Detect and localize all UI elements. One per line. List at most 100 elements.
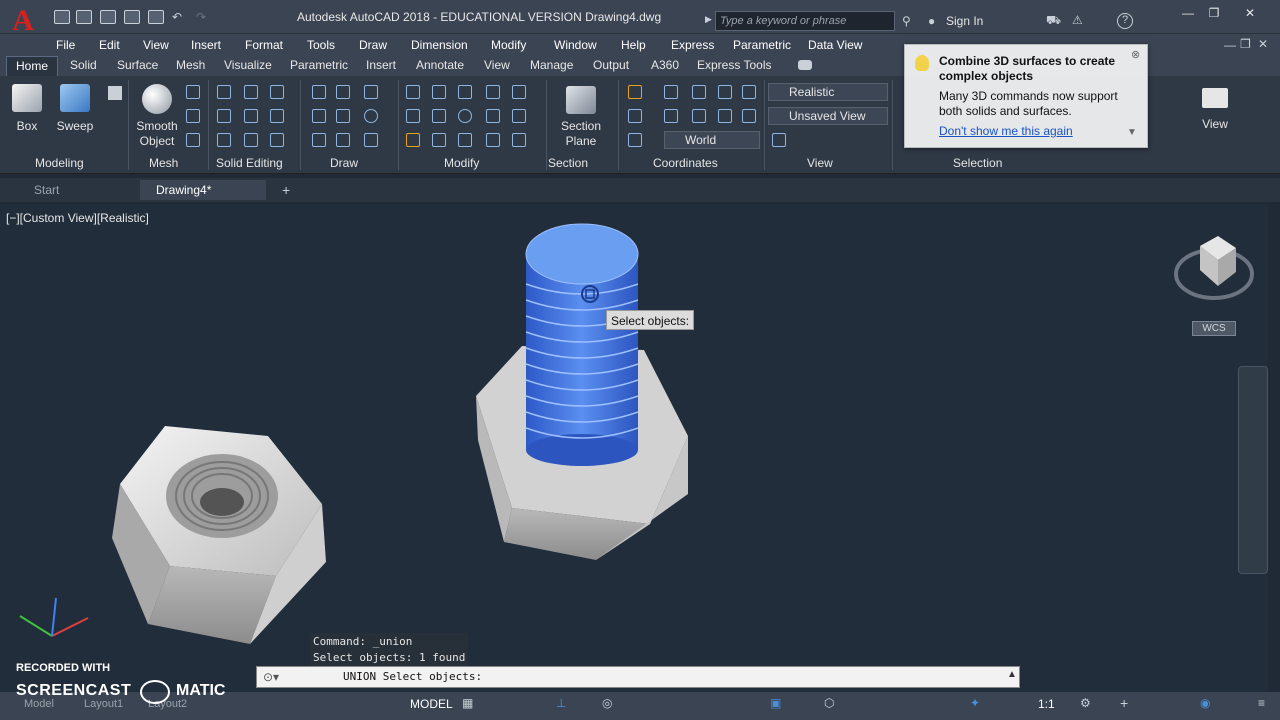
- ucs-z-icon[interactable]: [742, 85, 756, 99]
- separate-icon[interactable]: [270, 133, 284, 147]
- model-space-button[interactable]: MODEL: [410, 697, 453, 711]
- redo-icon[interactable]: ↷: [196, 10, 206, 24]
- tab-home[interactable]: Home: [6, 56, 58, 76]
- command-icon[interactable]: ⊙▾: [263, 670, 279, 684]
- menu-parametric[interactable]: Parametric: [733, 38, 791, 52]
- ribbon-toggle-icon[interactable]: [798, 60, 812, 70]
- coord-system-dropdown[interactable]: World: [664, 131, 760, 149]
- move-icon[interactable]: [406, 85, 420, 99]
- menu-tools[interactable]: Tools: [307, 38, 335, 52]
- polygon-icon[interactable]: [312, 133, 326, 147]
- model-canvas[interactable]: [0, 204, 1268, 692]
- menu-file[interactable]: File: [56, 38, 75, 52]
- menu-window[interactable]: Window: [554, 38, 597, 52]
- panel-solid-editing[interactable]: Solid Editing: [216, 156, 283, 170]
- wcs-menu[interactable]: WCS: [1192, 321, 1236, 336]
- search-expand-icon[interactable]: ▶: [705, 14, 712, 25]
- ucs-3point-icon[interactable]: [718, 109, 732, 123]
- undo-icon[interactable]: ↶: [172, 10, 182, 24]
- menu-format[interactable]: Format: [245, 38, 283, 52]
- panel-view[interactable]: View: [807, 156, 833, 170]
- menu-help[interactable]: Help: [621, 38, 646, 52]
- menu-edit[interactable]: Edit: [99, 38, 120, 52]
- save-as-icon[interactable]: [124, 10, 140, 24]
- scale-icon[interactable]: [458, 133, 472, 147]
- user-icon[interactable]: ●: [928, 14, 935, 28]
- ucs-face-icon[interactable]: [664, 109, 678, 123]
- tab-insert[interactable]: Insert: [366, 58, 396, 72]
- line-icon[interactable]: [312, 85, 326, 99]
- explode-icon[interactable]: [406, 133, 420, 147]
- mesh-box-icon[interactable]: [186, 85, 200, 99]
- dont-show-link[interactable]: Don't show me this again: [939, 124, 1073, 138]
- a360-icon[interactable]: ⚠: [1072, 13, 1083, 27]
- viewcube[interactable]: [1174, 236, 1254, 300]
- tab-manage[interactable]: Manage: [530, 58, 573, 72]
- intersect-icon[interactable]: [270, 85, 284, 99]
- panel-section[interactable]: Section: [548, 156, 588, 170]
- balloon-expand-icon[interactable]: ▼: [1127, 127, 1137, 138]
- binoculars-icon[interactable]: ⚲: [902, 14, 911, 28]
- panel-selection[interactable]: Selection: [953, 156, 1002, 170]
- tab-surface[interactable]: Surface: [117, 58, 158, 72]
- isometric-icon[interactable]: ▣: [770, 696, 781, 710]
- mirror-icon[interactable]: [432, 109, 446, 123]
- sweep-label[interactable]: Sweep: [52, 119, 98, 133]
- sweep-icon[interactable]: [60, 84, 90, 112]
- ucs-world-icon[interactable]: [628, 133, 642, 147]
- tab-visualize[interactable]: Visualize: [224, 58, 272, 72]
- spline-icon[interactable]: [312, 109, 326, 123]
- grid-icon[interactable]: ▦: [462, 696, 473, 710]
- trim-icon[interactable]: [512, 85, 526, 99]
- menu-modify[interactable]: Modify: [491, 38, 526, 52]
- close-icon[interactable]: ✕: [1240, 6, 1260, 20]
- minimize-icon[interactable]: —: [1178, 6, 1198, 20]
- ucs-zaxis-icon[interactable]: [742, 109, 756, 123]
- box-label[interactable]: Box: [6, 119, 48, 133]
- mesh-refine-icon[interactable]: [186, 133, 200, 147]
- interfere-icon[interactable]: [217, 109, 231, 123]
- thicken-icon[interactable]: [270, 109, 284, 123]
- annotation-scale[interactable]: 1:1: [1038, 697, 1055, 711]
- arc-icon[interactable]: [364, 85, 378, 99]
- ucs-icon[interactable]: [628, 85, 642, 99]
- ucs-origin-icon[interactable]: [692, 109, 706, 123]
- rotate-icon[interactable]: [432, 85, 446, 99]
- print-icon[interactable]: [148, 10, 164, 24]
- hardware-acceleration-icon[interactable]: ◉: [1200, 696, 1210, 710]
- section-plane-icon[interactable]: [566, 86, 596, 114]
- tab-mesh[interactable]: Mesh: [176, 58, 205, 72]
- tab-view[interactable]: View: [484, 58, 510, 72]
- view-button-label[interactable]: View: [1192, 117, 1238, 131]
- balloon-close-icon[interactable]: ⊗: [1131, 48, 1140, 61]
- menu-express[interactable]: Express: [671, 38, 714, 52]
- navigation-bar[interactable]: [1238, 366, 1268, 574]
- help-icon[interactable]: ?: [1117, 13, 1133, 29]
- stretch-icon[interactable]: [486, 85, 500, 99]
- polar-tracking-icon[interactable]: ◎: [602, 696, 612, 710]
- file-tab-drawing4[interactable]: Drawing4*: [140, 180, 266, 200]
- visual-style-dropdown[interactable]: Realistic: [768, 83, 888, 101]
- rectangle-icon[interactable]: [336, 133, 350, 147]
- command-line[interactable]: ⊙▾ UNION Select objects: ▲: [256, 666, 1020, 688]
- named-view-dropdown[interactable]: Unsaved View: [768, 107, 888, 125]
- menu-dimension[interactable]: Dimension: [411, 38, 468, 52]
- ucs-view-icon[interactable]: [664, 85, 678, 99]
- tab-annotate[interactable]: Annotate: [416, 58, 464, 72]
- viewport-config-icon[interactable]: [772, 133, 786, 147]
- extrude-faces-icon[interactable]: [244, 133, 258, 147]
- cart-icon[interactable]: ⛟: [1046, 13, 1061, 29]
- copy-icon[interactable]: [406, 109, 420, 123]
- search-input[interactable]: Type a keyword or phrase: [715, 11, 895, 31]
- mesh-smooth-icon[interactable]: [186, 109, 200, 123]
- tab-a360[interactable]: A360: [651, 58, 679, 72]
- notification-balloon[interactable]: Combine 3D surfaces to create complex ob…: [904, 44, 1148, 148]
- extract-edges-icon[interactable]: [217, 133, 231, 147]
- infer-constraints-icon[interactable]: ⊥: [556, 696, 566, 710]
- ellipse-icon[interactable]: [364, 133, 378, 147]
- selection-cycling-icon[interactable]: ⬡: [824, 696, 834, 710]
- panel-modeling[interactable]: Modeling: [35, 156, 84, 170]
- menu-insert[interactable]: Insert: [191, 38, 221, 52]
- open-icon[interactable]: [76, 10, 92, 24]
- circle-icon[interactable]: [364, 109, 378, 123]
